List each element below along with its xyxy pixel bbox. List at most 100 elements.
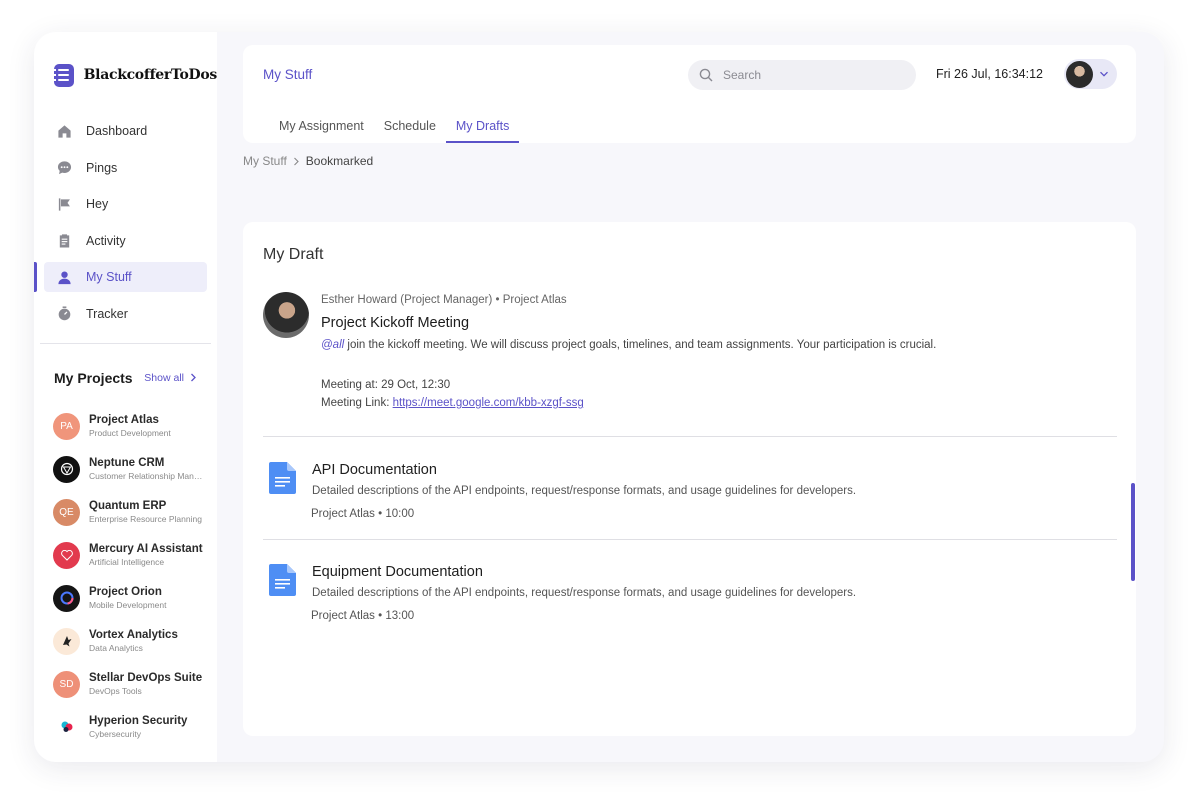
document-icon <box>269 462 296 494</box>
sidebar-item-my-stuff[interactable]: My Stuff <box>34 262 207 292</box>
author-avatar <box>263 292 309 338</box>
meeting-details: Meeting at: 29 Oct, 12:30 Meeting Link: … <box>321 376 1111 412</box>
user-icon <box>56 269 72 285</box>
tab-my-assignment[interactable]: My Assignment <box>269 117 374 143</box>
project-name: Vortex Analytics <box>89 629 178 641</box>
meeting-link[interactable]: https://meet.google.com/kbb-xzgf-ssg <box>393 397 584 409</box>
sidebar-item-hey[interactable]: Hey <box>44 189 207 219</box>
scrollbar[interactable] <box>1131 483 1135 581</box>
section-title: My Draft <box>263 246 324 263</box>
project-info: Vortex Analytics Data Analytics <box>89 629 207 653</box>
project-avatar: QE <box>53 498 80 526</box>
sidebar-item-pings[interactable]: Pings <box>44 153 207 183</box>
project-name: Stellar DevOps Suite <box>89 672 203 684</box>
project-item-neptune[interactable]: Neptune CRM Customer Relationship Manage… <box>34 448 217 491</box>
document-icon <box>269 564 296 596</box>
project-info: Mercury AI Assistant Artificial Intellig… <box>89 543 207 567</box>
sidebar-item-dashboard[interactable]: Dashboard <box>44 116 207 146</box>
project-item-quantum[interactable]: QE Quantum ERP Enterprise Resource Plann… <box>34 491 217 534</box>
meeting-time-row: Meeting at: 29 Oct, 12:30 <box>321 376 1111 394</box>
project-info: Project Atlas Product Development <box>89 414 207 438</box>
project-category: Customer Relationship Management <box>89 471 207 481</box>
project-avatar: PA <box>53 412 80 440</box>
logo-list-icon <box>54 63 74 87</box>
project-category: Mobile Development <box>89 600 167 610</box>
drafts-panel: My Draft Esther Howard (Project Manager)… <box>243 222 1136 736</box>
doc-description: Detailed descriptions of the API endpoin… <box>312 485 857 497</box>
clipboard-icon <box>56 233 72 249</box>
page-title: My Stuff <box>263 67 313 82</box>
doc-description: Detailed descriptions of the API endpoin… <box>312 587 857 599</box>
project-item-orion[interactable]: Project Orion Mobile Development <box>34 577 217 620</box>
chevron-down-icon <box>1100 71 1108 77</box>
sidebar-divider <box>40 342 211 344</box>
post-title: Project Kickoff Meeting <box>321 315 470 331</box>
home-icon <box>56 123 72 139</box>
project-avatar: SD <box>53 670 80 698</box>
sidebar-item-tracker[interactable]: Tracker <box>44 299 207 329</box>
projects-header: My Projects Show all <box>34 370 217 386</box>
doc-meta: Project Atlas • 13:00 <box>311 610 415 622</box>
search-icon <box>699 68 713 82</box>
project-list: PA Project Atlas Product Development Nep… <box>34 405 217 749</box>
meeting-time: 29 Oct, 12:30 <box>381 379 451 391</box>
app-name: BlackcofferToDos <box>83 67 218 83</box>
project-name: Project Atlas <box>89 414 159 426</box>
main-area: My Stuff Fri 26 Jul, 16:34:12 My Assignm… <box>217 32 1164 762</box>
project-name: Neptune CRM <box>89 457 165 469</box>
project-info: Quantum ERP Enterprise Resource Planning <box>89 500 207 524</box>
meeting-link-row: Meeting Link: https://meet.google.com/kb… <box>321 394 1111 412</box>
projects-title: My Projects <box>54 369 133 386</box>
user-menu-button[interactable] <box>1064 59 1117 89</box>
project-item-stellar[interactable]: SD Stellar DevOps Suite DevOps Tools <box>34 663 217 706</box>
show-all-link[interactable]: Show all <box>144 372 197 384</box>
orion-logo-icon <box>53 584 80 612</box>
sidebar-item-activity[interactable]: Activity <box>44 226 207 256</box>
mention-tag[interactable]: @all <box>321 339 344 351</box>
flag-icon <box>56 196 72 212</box>
sidebar-item-label: Hey <box>86 197 109 211</box>
project-category: DevOps Tools <box>89 686 142 696</box>
doc-title: API Documentation <box>312 462 437 478</box>
project-item-hyperion[interactable]: Hyperion Security Cybersecurity <box>34 706 217 749</box>
post-project: Project Atlas <box>502 294 567 306</box>
sidebar-item-label: Activity <box>86 233 126 248</box>
post-author: Esther Howard (Project Manager) <box>321 294 493 306</box>
project-info: Stellar DevOps Suite DevOps Tools <box>89 672 207 696</box>
heart-logo-icon <box>53 541 80 569</box>
search-box[interactable] <box>688 60 916 90</box>
breadcrumb-parent[interactable]: My Stuff <box>243 154 287 168</box>
avatar <box>1066 60 1093 88</box>
project-info: Neptune CRM Customer Relationship Manage… <box>89 457 207 481</box>
top-bar: My Stuff Fri 26 Jul, 16:34:12 My Assignm… <box>243 45 1136 143</box>
project-name: Project Orion <box>89 586 162 598</box>
project-info: Hyperion Security Cybersecurity <box>89 715 207 739</box>
project-item-vortex[interactable]: Vortex Analytics Data Analytics <box>34 620 217 663</box>
tab-bar: My Assignment Schedule My Drafts <box>269 117 520 143</box>
hyperion-logo-icon <box>53 713 80 741</box>
tab-my-drafts[interactable]: My Drafts <box>445 117 520 143</box>
sidebar: BlackcofferToDos Dashboard Pings Hey Act… <box>34 32 217 762</box>
meeting-time-label: Meeting at: <box>321 379 382 391</box>
breadcrumb-current: Bookmarked <box>305 154 374 168</box>
project-category: Data Analytics <box>89 643 143 653</box>
post-message: join the kickoff meeting. We will discus… <box>344 339 937 351</box>
project-category: Cybersecurity <box>89 729 141 739</box>
project-category: Enterprise Resource Planning <box>89 514 202 524</box>
tab-schedule[interactable]: Schedule <box>374 117 446 143</box>
search-input[interactable] <box>723 68 903 82</box>
project-item-mercury[interactable]: Mercury AI Assistant Artificial Intellig… <box>34 534 217 577</box>
vortex-logo-icon <box>53 627 80 655</box>
logo[interactable]: BlackcofferToDos <box>34 62 217 88</box>
post-body: Esther Howard (Project Manager) • Projec… <box>321 294 1111 412</box>
chevron-right-icon <box>191 373 196 382</box>
project-item-atlas[interactable]: PA Project Atlas Product Development <box>34 405 217 448</box>
chevron-right-icon <box>293 157 299 165</box>
project-info: Project Orion Mobile Development <box>89 586 207 610</box>
breadcrumb: My Stuff Bookmarked <box>243 154 373 168</box>
sidebar-item-label: Tracker <box>86 306 128 321</box>
chat-icon <box>56 160 72 176</box>
divider <box>263 436 1117 437</box>
app-window: BlackcofferToDos Dashboard Pings Hey Act… <box>34 32 1164 762</box>
project-name: Hyperion Security <box>89 715 188 727</box>
